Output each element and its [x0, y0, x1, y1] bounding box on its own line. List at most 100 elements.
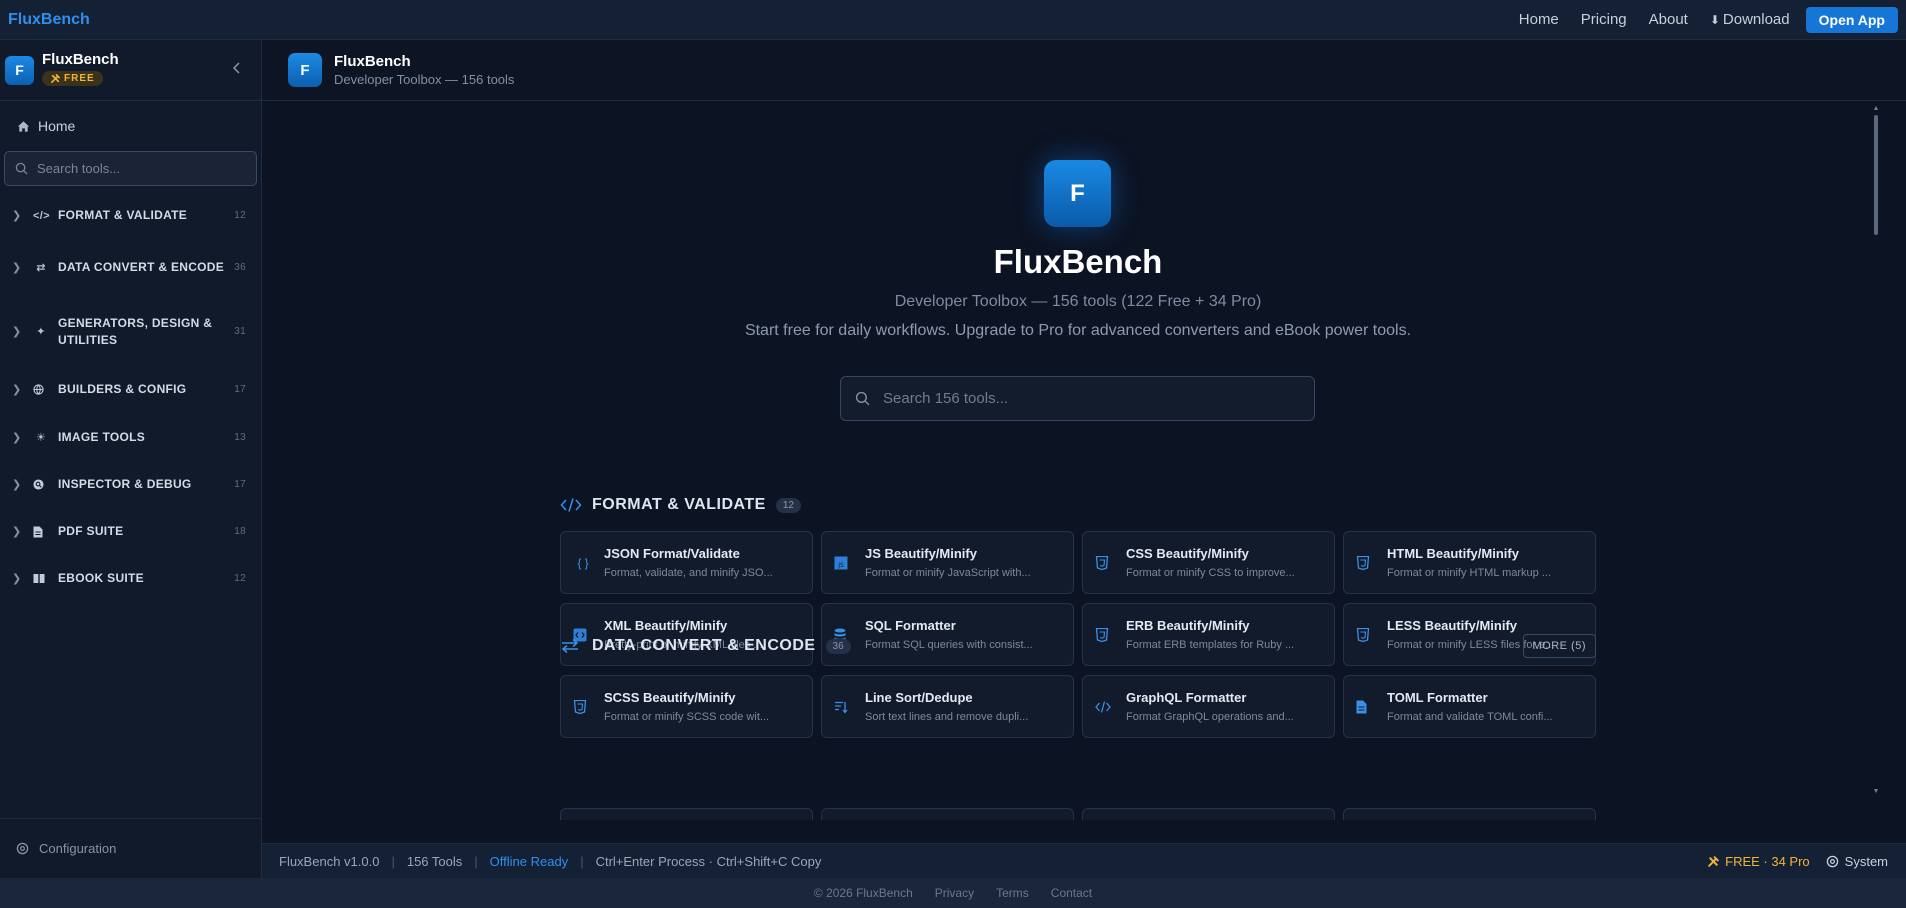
- sidebar-item-builders[interactable]: ❯ BUILDERS & CONFIG 17: [0, 368, 261, 411]
- code-icon: [560, 497, 584, 513]
- status-bar: FluxBench v1.0.0 | 156 Tools | Offline R…: [262, 843, 1906, 878]
- sidebar-header: F FluxBench FREE: [0, 40, 261, 101]
- tool-card-graphql[interactable]: GraphQL Formatter Format GraphQL operatio…: [1082, 675, 1335, 738]
- sidebar-item-generators[interactable]: ❯ ✦ GENERATORS, DESIGN & UTILITIES 31: [0, 295, 261, 368]
- sidebar-item-image-tools[interactable]: ❯ ☀ IMAGE TOOLS 13: [0, 411, 261, 463]
- section-count: 36: [825, 638, 851, 654]
- category-label: GENERATORS, DESIGN & UTILITIES: [58, 315, 213, 347]
- download-label: Download: [1722, 11, 1790, 28]
- tool-card-json[interactable]: { } JSON Format/Validate Format, validate…: [560, 531, 813, 594]
- open-app-button[interactable]: Open App: [1805, 6, 1898, 33]
- search-icon: [15, 162, 28, 175]
- tool-card-js[interactable]: JS JS Beautify/Minify Format or minify Ja…: [821, 531, 1074, 594]
- sidebar-search-input[interactable]: [37, 161, 217, 176]
- tool-name: Line Sort/Dedupe: [865, 690, 973, 705]
- gear-icon: [1826, 855, 1839, 868]
- page-subtitle: Developer Toolbox — 156 tools: [334, 72, 515, 87]
- sidebar-item-format-validate[interactable]: ❯ </> FORMAT & VALIDATE 12: [0, 192, 261, 239]
- tool-card-line-sort[interactable]: Line Sort/Dedupe Sort text lines and remo…: [821, 675, 1074, 738]
- terms-link[interactable]: Terms: [996, 886, 1029, 900]
- braces-icon: { }: [577, 555, 589, 570]
- main-scrollbar[interactable]: ▲ ▼: [1872, 105, 1880, 795]
- html-icon: [1356, 555, 1376, 570]
- tool-desc: Format or minify HTML markup ...: [1387, 567, 1552, 579]
- tool-name: SCSS Beautify/Minify: [604, 690, 736, 705]
- sidebar-item-pdf-suite[interactable]: ❯ PDF SUITE 18: [0, 506, 261, 557]
- footer: © 2026 FluxBench Privacy Terms Contact: [0, 878, 1906, 908]
- privacy-link[interactable]: Privacy: [935, 886, 974, 900]
- tool-desc: Sort text lines and remove dupli...: [865, 711, 1029, 723]
- category-count: 17: [234, 479, 246, 490]
- tools-icon: [1707, 855, 1720, 868]
- scroll-up-arrow-icon[interactable]: ▲: [1872, 105, 1880, 112]
- tool-name: CSS Beautify/Minify: [1126, 546, 1249, 561]
- tool-card-html[interactable]: HTML Beautify/Minify Format or minify HTM…: [1343, 531, 1596, 594]
- globe-icon: [33, 384, 49, 395]
- plan-status[interactable]: FREE · 34 Pro: [1707, 854, 1810, 869]
- hero-logo: F: [1044, 160, 1111, 227]
- nav-pricing-link[interactable]: Pricing: [1581, 11, 1627, 28]
- tools-icon: [50, 73, 61, 84]
- category-label: IMAGE TOOLS: [58, 429, 146, 444]
- page-title: FluxBench: [334, 53, 411, 70]
- top-brand-link[interactable]: FluxBench: [8, 11, 90, 29]
- section-data-convert: DATA CONVERT & ENCODE 36 MORE (5): [560, 634, 1596, 658]
- section-count: 12: [775, 497, 801, 513]
- sidebar-item-data-convert[interactable]: ❯ ⇄ DATA CONVERT & ENCODE 36: [0, 239, 261, 295]
- chevron-right-icon: ❯: [12, 479, 22, 491]
- tool-card-toml[interactable]: TOML Formatter Format and validate TOML c…: [1343, 675, 1596, 738]
- sidebar-search: [4, 151, 257, 186]
- scroll-thumb[interactable]: [1874, 115, 1878, 235]
- code-icon: [1095, 700, 1115, 713]
- theme-label: System: [1844, 853, 1888, 869]
- tool-card-partial[interactable]: [821, 808, 1074, 820]
- shortcuts-text: Ctrl+Enter Process · Ctrl+Shift+C Copy: [595, 853, 822, 869]
- tool-card-partial[interactable]: [1343, 808, 1596, 820]
- sidebar-logo: F: [5, 55, 34, 85]
- tool-name: HTML Beautify/Minify: [1387, 546, 1519, 561]
- sidebar-item-home[interactable]: Home: [0, 101, 261, 151]
- sidebar-brand-name: FluxBench: [42, 51, 119, 68]
- scroll-down-arrow-icon[interactable]: ▼: [1872, 788, 1880, 795]
- sidebar-item-inspector[interactable]: ❯ INSPECTOR & DEBUG 17: [0, 463, 261, 506]
- sidebar-configuration[interactable]: Configuration: [0, 818, 262, 878]
- category-label: FORMAT & VALIDATE: [58, 208, 188, 222]
- scss-icon: [573, 699, 593, 714]
- free-badge-label: FREE: [64, 73, 95, 84]
- contact-link[interactable]: Contact: [1051, 886, 1092, 900]
- nav-download-link[interactable]: ⬇ Download: [1710, 11, 1790, 28]
- swap-icon: ⇄: [36, 261, 46, 274]
- sidebar-home-label: Home: [38, 118, 76, 134]
- hero-search-input[interactable]: [883, 390, 1283, 407]
- download-icon: ⬇: [1709, 12, 1720, 27]
- tool-name: TOML Formatter: [1387, 690, 1488, 705]
- home-icon: [17, 120, 30, 133]
- nav-home-link[interactable]: Home: [1519, 11, 1559, 28]
- code-icon: </>: [33, 209, 50, 222]
- chevron-right-icon: ❯: [12, 526, 22, 538]
- swap-icon: [560, 638, 584, 654]
- nav-about-link[interactable]: About: [1649, 11, 1688, 28]
- category-count: 36: [234, 261, 246, 273]
- chevron-right-icon: ❯: [12, 261, 22, 274]
- tools-count-text: 156 Tools: [406, 853, 463, 869]
- collapse-sidebar-icon[interactable]: [232, 62, 241, 74]
- hero-subtitle: Developer Toolbox — 156 tools (122 Free …: [894, 293, 1262, 310]
- sparkle-icon: ✦: [36, 326, 46, 338]
- gear-icon: [16, 842, 29, 855]
- tool-card-partial[interactable]: [560, 808, 813, 820]
- category-count: 17: [234, 384, 246, 395]
- tool-card-scss[interactable]: SCSS Beautify/Minify Format or minify SCS…: [560, 675, 813, 738]
- theme-toggle[interactable]: System: [1826, 854, 1888, 869]
- page-header: F FluxBench Developer Toolbox — 156 tool…: [262, 40, 1906, 101]
- sun-icon: ☀: [35, 431, 47, 444]
- file-icon: [1356, 700, 1376, 714]
- more-button[interactable]: MORE (5): [1522, 634, 1596, 658]
- header-logo: F: [288, 53, 322, 87]
- tool-desc: Format or minify CSS to improve...: [1126, 567, 1295, 579]
- tool-card-partial[interactable]: [1082, 808, 1335, 820]
- tool-card-css[interactable]: CSS Beautify/Minify Format or minify CSS …: [1082, 531, 1335, 594]
- sidebar-item-ebook-suite[interactable]: ❯ EBOOK SUITE 12: [0, 557, 261, 600]
- offline-status: Offline Ready: [489, 853, 569, 869]
- chevron-right-icon: ❯: [12, 210, 22, 222]
